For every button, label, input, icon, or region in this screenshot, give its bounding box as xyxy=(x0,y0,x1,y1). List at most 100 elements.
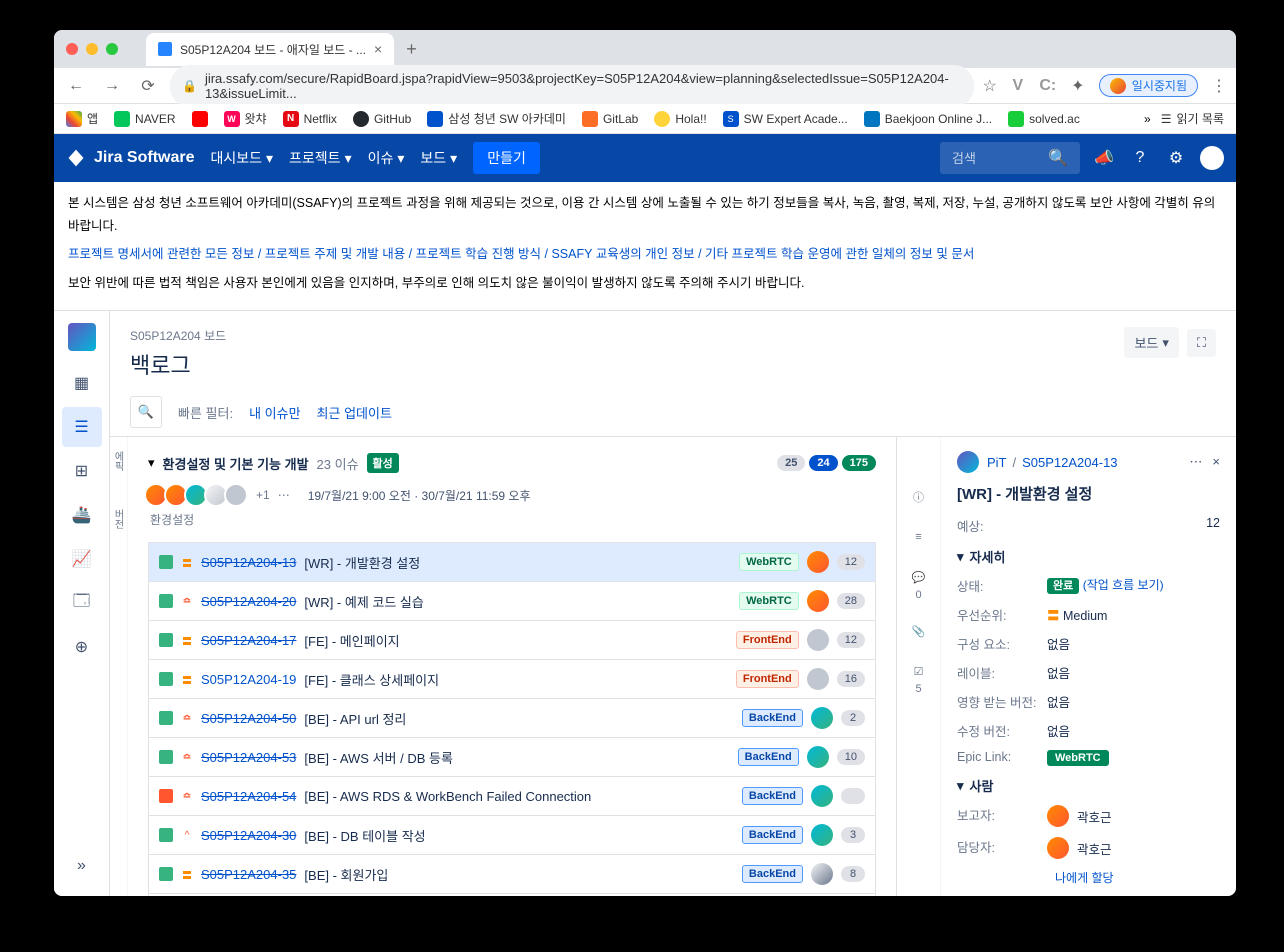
bookmark-solved[interactable]: solved.ac xyxy=(1008,111,1080,127)
detail-key-link[interactable]: S05P12A204-13 xyxy=(1022,455,1117,470)
close-window-button[interactable] xyxy=(66,43,78,55)
bookmark-github[interactable]: GitHub xyxy=(353,111,411,127)
sidebar-board-icon[interactable]: ▦ xyxy=(62,363,102,403)
reload-button[interactable]: ⟳ xyxy=(134,72,162,100)
create-button[interactable]: 만들기 xyxy=(473,142,540,174)
assignee-avatar[interactable] xyxy=(811,863,833,885)
issue-key-link[interactable]: S05P12A204-17 xyxy=(201,633,296,648)
forward-button[interactable]: → xyxy=(98,72,126,100)
issue-row[interactable]: ≏S05P12A204-54[BE] - AWS RDS & WorkBench… xyxy=(148,776,876,816)
issue-key-link[interactable]: S05P12A204-50 xyxy=(201,711,296,726)
bookmark-gitlab[interactable]: GitLab xyxy=(582,111,638,127)
filter-my-issues[interactable]: 내 이슈만 xyxy=(249,403,300,422)
issue-key-link[interactable]: S05P12A204-20 xyxy=(201,594,296,609)
assign-to-me-link[interactable]: 나에게 할당 xyxy=(1055,869,1220,886)
issue-key-link[interactable]: S05P12A204-19 xyxy=(201,672,296,687)
workflow-link[interactable]: (작업 흐름 보기) xyxy=(1083,578,1164,592)
ext-v-icon[interactable]: V xyxy=(1009,77,1027,95)
issue-key-link[interactable]: S05P12A204-30 xyxy=(201,828,296,843)
ext-c-icon[interactable]: C: xyxy=(1039,77,1057,95)
assignee-avatar[interactable] xyxy=(811,824,833,846)
fullscreen-button[interactable]: ⛶ xyxy=(1187,329,1216,357)
profile-paused-button[interactable]: 일시중지됨 xyxy=(1099,74,1198,97)
assignee-avatar[interactable] xyxy=(807,746,829,768)
project-icon[interactable] xyxy=(68,323,96,351)
sidebar-expand-icon[interactable]: » xyxy=(62,846,102,886)
sidebar-reports-icon[interactable]: 📈 xyxy=(62,539,102,579)
bookmarks-overflow[interactable]: » xyxy=(1144,112,1151,126)
detail-tab-worklog[interactable]: ☑5 xyxy=(909,661,929,695)
sprint-collapse-icon[interactable]: ▾ xyxy=(148,455,155,471)
vert-tab-epic[interactable]: 에픽 xyxy=(110,447,127,475)
detail-tab-info[interactable]: ⓘ xyxy=(909,487,929,507)
jira-logo[interactable]: Jira Software xyxy=(66,148,194,168)
vert-tab-version[interactable]: 버전 xyxy=(110,505,127,533)
user-avatar[interactable] xyxy=(1200,146,1224,170)
browser-tab[interactable]: S05P12A204 보드 - 애자일 보드 - ... × xyxy=(146,33,394,66)
notifications-icon[interactable]: 📣 xyxy=(1092,146,1116,170)
extensions-icon[interactable]: ✦ xyxy=(1069,77,1087,95)
bookmark-hola[interactable]: Hola!! xyxy=(654,111,706,127)
bookmark-youtube[interactable] xyxy=(192,111,208,127)
url-input[interactable]: 🔒 jira.ssafy.com/secure/RapidBoard.jspa?… xyxy=(170,65,974,107)
bookmark-baekjoon[interactable]: Baekjoon Online J... xyxy=(864,111,992,127)
new-tab-button[interactable]: + xyxy=(406,39,417,60)
issue-row[interactable]: ≏S05P12A204-50[BE] - API url 정리BackEnd2 xyxy=(148,698,876,738)
issue-row[interactable]: ≏S05P12A204-20[WR] - 예제 코드 실습WebRTC28 xyxy=(148,581,876,621)
issue-key-link[interactable]: S05P12A204-35 xyxy=(201,867,296,882)
sidebar-sprints-icon[interactable]: ⊞ xyxy=(62,451,102,491)
sidebar-components-icon[interactable]: ⊕ xyxy=(62,627,102,667)
issue-row[interactable]: ^S05P12A204-30[BE] - DB 테이블 작성BackEnd3 xyxy=(148,815,876,855)
sidebar-backlog-icon[interactable]: ☰ xyxy=(62,407,102,447)
minimize-window-button[interactable] xyxy=(86,43,98,55)
bookmark-netflix[interactable]: NNetflix xyxy=(283,111,337,127)
assignee-avatar[interactable] xyxy=(807,629,829,651)
issue-key-link[interactable]: S05P12A204-53 xyxy=(201,750,296,765)
nav-issues[interactable]: 이슈▾ xyxy=(368,148,405,168)
detail-project-link[interactable]: PiT xyxy=(987,455,1007,470)
settings-icon[interactable]: ⚙ xyxy=(1164,146,1188,170)
nav-boards[interactable]: 보드▾ xyxy=(420,148,457,168)
search-input[interactable] xyxy=(952,151,1040,166)
assignee-avatar[interactable] xyxy=(811,707,833,729)
close-tab-button[interactable]: × xyxy=(374,41,382,57)
nav-projects[interactable]: 프로젝트▾ xyxy=(289,148,352,168)
bookmark-watcha[interactable]: W왓챠 xyxy=(224,110,267,127)
issue-row[interactable]: ≏S05P12A204-53[BE] - AWS 서버 / DB 등록BackE… xyxy=(148,737,876,777)
detail-close-icon[interactable]: × xyxy=(1212,454,1220,470)
maximize-window-button[interactable] xyxy=(106,43,118,55)
issue-row[interactable]: 〓S05P12A204-35[BE] - 회원가입BackEnd8 xyxy=(148,854,876,894)
reading-list-button[interactable]: ☰읽기 목록 xyxy=(1161,110,1224,127)
filter-recent-update[interactable]: 최근 업데이트 xyxy=(317,403,392,422)
nav-dashboards[interactable]: 대시보드▾ xyxy=(210,148,273,168)
bookmark-naver[interactable]: NAVER xyxy=(114,111,175,127)
issue-row[interactable]: 〓S05P12A204-19[FE] - 클래스 상세페이지FrontEnd16 xyxy=(148,659,876,699)
sprint-avatars[interactable] xyxy=(148,483,248,507)
menu-icon[interactable]: ⋮ xyxy=(1210,77,1228,95)
section-details[interactable]: ▾자세히 xyxy=(957,547,1220,566)
assignee-avatar[interactable] xyxy=(807,590,829,612)
bookmark-swea[interactable]: SSW Expert Acade... xyxy=(723,111,848,127)
star-icon[interactable]: ☆ xyxy=(982,76,996,96)
board-dropdown-button[interactable]: 보드▾ xyxy=(1124,327,1178,358)
issue-row[interactable]: ^S05P12A204-41[BE] - JWT Token 기능BackEnd… xyxy=(148,893,876,896)
epic-link[interactable]: WebRTC xyxy=(1047,750,1109,766)
assignee-avatar[interactable] xyxy=(811,785,833,807)
bookmark-ssafy[interactable]: 삼성 청년 SW 아카데미 xyxy=(427,110,566,127)
sidebar-issues-icon[interactable]: 🗔 xyxy=(62,583,102,623)
assignee-avatar[interactable] xyxy=(807,668,829,690)
more-assignees[interactable]: +1 xyxy=(256,488,270,502)
detail-tab-attachments[interactable]: 📎 xyxy=(909,621,929,641)
search-box[interactable]: 🔍 xyxy=(940,142,1080,174)
detail-tab-description[interactable]: ≡ xyxy=(909,527,929,547)
assignee-avatar[interactable] xyxy=(807,551,829,573)
sprint-menu[interactable]: ⋯ xyxy=(278,488,290,502)
sidebar-releases-icon[interactable]: 🚢 xyxy=(62,495,102,535)
filter-search-button[interactable]: 🔍 xyxy=(130,396,162,428)
issue-row[interactable]: 〓S05P12A204-17[FE] - 메인페이지FrontEnd12 xyxy=(148,620,876,660)
issue-key-link[interactable]: S05P12A204-54 xyxy=(201,789,296,804)
detail-tab-comments[interactable]: 💬0 xyxy=(909,567,929,601)
issue-row[interactable]: 〓S05P12A204-13[WR] - 개발환경 설정WebRTC12 xyxy=(148,542,876,582)
back-button[interactable]: ← xyxy=(62,72,90,100)
bookmark-apps[interactable]: 앱 xyxy=(66,110,98,127)
